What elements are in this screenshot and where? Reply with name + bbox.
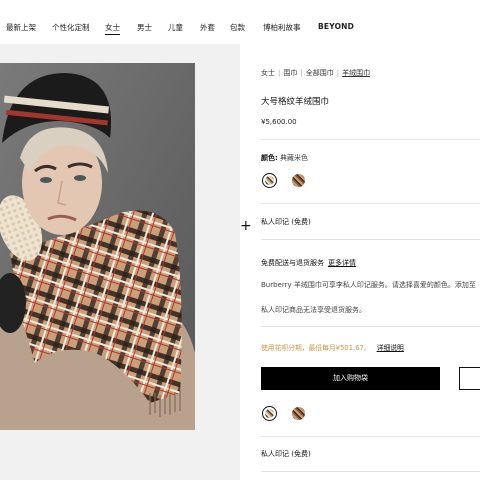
breadcrumb-separator: | xyxy=(278,69,281,77)
nav-item-personalise[interactable]: 个性化定制 xyxy=(52,22,90,33)
installment-info: 使用花呗分期，最低每月¥501.67。 详细说明 xyxy=(261,342,404,352)
nav-item-new[interactable]: 最新上架 xyxy=(6,22,36,33)
delivery-label: 免费配送与退货服务 xyxy=(261,259,324,267)
monogram-label: 私人印记 xyxy=(261,450,289,458)
color-swatch-option[interactable] xyxy=(292,174,307,189)
divider xyxy=(261,471,480,472)
breadcrumb-item-cashmere-scarves[interactable]: 羊绒围巾 xyxy=(342,69,370,77)
nav-item-outerwear[interactable]: 外套 xyxy=(200,22,215,33)
secondary-button[interactable] xyxy=(459,367,480,390)
product-photo[interactable] xyxy=(0,63,195,430)
divider xyxy=(261,239,480,240)
monogram-option[interactable]: 私人印记 (免费) xyxy=(261,217,311,227)
installment-text: 使用花呗分期，最低每月¥501.67。 xyxy=(261,344,371,352)
monogram-option-sticky[interactable]: 私人印记 (免费) xyxy=(261,449,311,459)
color-value: 典藏米色 xyxy=(280,154,309,162)
breadcrumb-separator: | xyxy=(336,69,340,77)
divider xyxy=(261,326,480,327)
add-to-bag-button[interactable]: 加入购物袋 xyxy=(261,367,440,390)
installment-details-link[interactable]: 详细说明 xyxy=(377,344,404,352)
nav-item-bags[interactable]: 包款 xyxy=(230,22,245,33)
breadcrumb-separator: | xyxy=(300,69,303,77)
monogram-note: (免费) xyxy=(291,218,311,226)
breadcrumb-item-women[interactable]: 女士 xyxy=(261,69,275,77)
color-swatch-selected[interactable] xyxy=(262,173,277,188)
nav-item-women[interactable]: 女士 xyxy=(105,22,120,35)
monogram-note: (免费) xyxy=(291,450,311,458)
color-swatch-option[interactable] xyxy=(292,407,307,422)
divider xyxy=(261,436,480,437)
zoom-cursor-icon: + xyxy=(240,218,252,234)
color-selector-label: 颜色: 典藏米色 xyxy=(261,153,308,163)
color-swatch-selected[interactable] xyxy=(262,406,277,421)
nav-item-men[interactable]: 男士 xyxy=(137,22,152,33)
breadcrumb-item-all-scarves[interactable]: 全部围巾 xyxy=(306,69,334,77)
delivery-details-link[interactable]: 更多详情 xyxy=(328,259,356,267)
model-wearing-scarf-image xyxy=(0,63,195,430)
product-description: Burberry 羊绒围巾可享李私人印记服务。请选择喜爱的颜色。添加至 xyxy=(261,281,476,289)
product-title: 大号格纹羊绒围巾 xyxy=(261,97,330,107)
delivery-info: 免费配送与退货服务 更多详情 xyxy=(261,258,356,268)
divider xyxy=(261,139,480,140)
divider xyxy=(261,203,480,204)
breadcrumb-item-scarves[interactable]: 围巾 xyxy=(283,69,297,77)
color-label: 颜色: xyxy=(261,154,278,162)
monogram-warning: 私人印记商品无法享受退货服务。 xyxy=(261,306,366,314)
nav-item-children[interactable]: 儿童 xyxy=(168,22,183,33)
product-price: ¥5,600.00 xyxy=(261,118,297,126)
breadcrumb: 女士 | 围巾 | 全部围巾 | 羊绒围巾 xyxy=(261,68,370,78)
product-details-panel: 女士 | 围巾 | 全部围巾 | 羊绒围巾 大号格纹羊绒围巾 ¥5,600.00 颜色: 典… xyxy=(261,0,480,480)
monogram-label: 私人印记 xyxy=(261,218,289,226)
